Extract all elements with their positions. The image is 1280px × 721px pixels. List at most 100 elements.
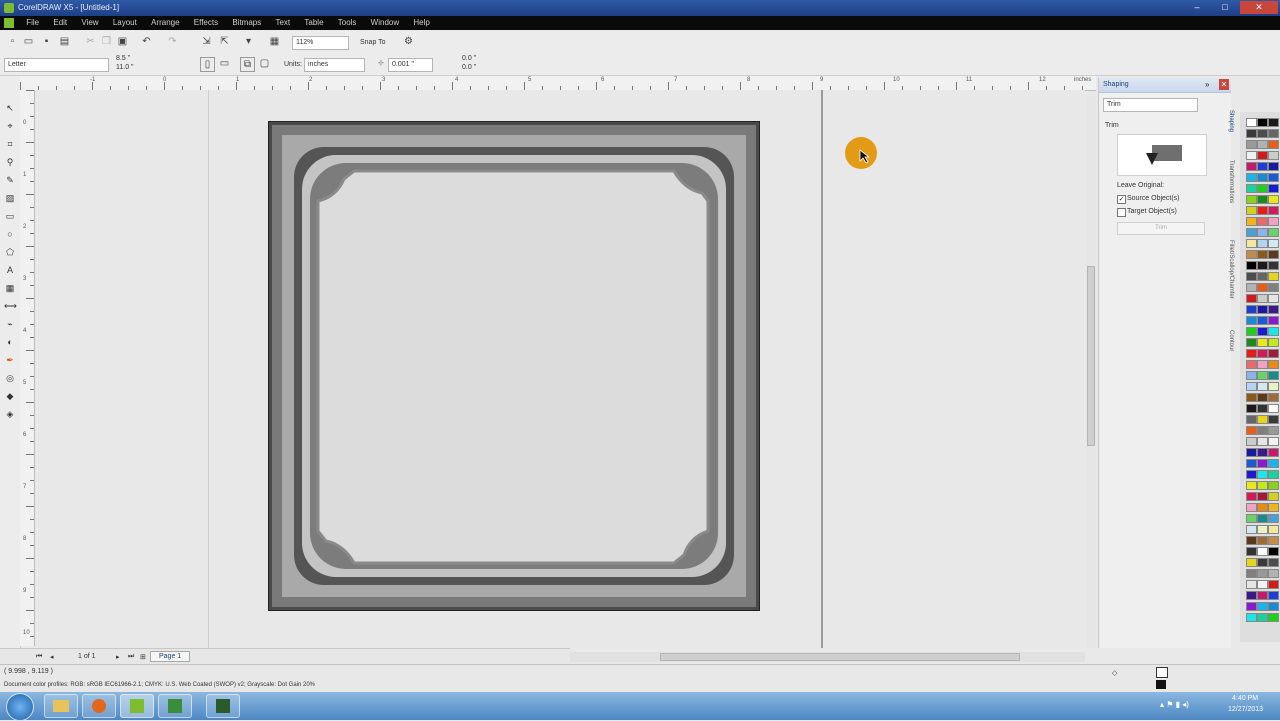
palette-swatch[interactable]	[1257, 569, 1268, 578]
palette-swatch[interactable]	[1257, 393, 1268, 402]
fill-tool-icon[interactable]: ◆	[4, 390, 16, 402]
palette-swatch[interactable]	[1257, 503, 1268, 512]
palette-swatch[interactable]	[1257, 327, 1268, 336]
palette-swatch[interactable]	[1268, 184, 1279, 193]
firefox-taskbar-icon[interactable]	[82, 694, 116, 718]
palette-swatch[interactable]	[1257, 602, 1268, 611]
palette-swatch[interactable]	[1268, 514, 1279, 523]
import-icon[interactable]: ⇲	[200, 35, 213, 48]
palette-swatch[interactable]	[1257, 470, 1268, 479]
palette-swatch[interactable]	[1268, 283, 1279, 292]
palette-swatch[interactable]	[1268, 426, 1279, 435]
palette-swatch[interactable]	[1268, 613, 1279, 622]
palette-swatch[interactable]	[1268, 580, 1279, 589]
palette-swatch[interactable]	[1246, 228, 1257, 237]
palette-swatch[interactable]	[1268, 470, 1279, 479]
palette-swatch[interactable]	[1268, 360, 1279, 369]
crop-tool-icon[interactable]: ⌗	[4, 138, 16, 150]
palette-swatch[interactable]	[1268, 206, 1279, 215]
palette-swatch[interactable]	[1246, 492, 1257, 501]
palette-swatch[interactable]	[1257, 415, 1268, 424]
palette-swatch[interactable]	[1246, 327, 1257, 336]
palette-swatch[interactable]	[1268, 536, 1279, 545]
palette-swatch[interactable]	[1257, 371, 1268, 380]
ellipse-tool-icon[interactable]: ○	[4, 228, 16, 240]
clock-time[interactable]: 4:40 PM	[1232, 695, 1258, 702]
horizontal-ruler[interactable]: -1 0 1 2 3 4 5 6 7 8 9 10 11 12 inches	[20, 76, 1096, 91]
palette-swatch[interactable]	[1257, 305, 1268, 314]
palette-swatch[interactable]	[1257, 173, 1268, 182]
palette-swatch[interactable]	[1246, 151, 1257, 160]
options-icon[interactable]: ⚙	[402, 35, 415, 48]
text-tool-icon[interactable]: A	[4, 264, 16, 276]
palette-swatch[interactable]	[1246, 591, 1257, 600]
palette-swatch[interactable]	[1257, 613, 1268, 622]
palette-swatch[interactable]	[1268, 272, 1279, 281]
palette-swatch[interactable]	[1246, 437, 1257, 446]
palette-swatch[interactable]	[1268, 305, 1279, 314]
palette-swatch[interactable]	[1257, 536, 1268, 545]
nudge-distance-field[interactable]: 0.001 "	[388, 58, 433, 72]
document-menu-icon[interactable]	[4, 18, 14, 28]
menu-window[interactable]: Window	[365, 16, 405, 30]
palette-swatch[interactable]	[1246, 371, 1257, 380]
palette-swatch[interactable]	[1268, 327, 1279, 336]
menu-view[interactable]: View	[75, 16, 104, 30]
palette-swatch[interactable]	[1257, 360, 1268, 369]
palette-swatch[interactable]	[1257, 558, 1268, 567]
menu-table[interactable]: Table	[298, 16, 329, 30]
palette-swatch[interactable]	[1268, 261, 1279, 270]
page-height-field[interactable]: 11.0 "	[116, 64, 134, 71]
palette-swatch[interactable]	[1257, 349, 1268, 358]
palette-swatch[interactable]	[1268, 547, 1279, 556]
camtasia-taskbar-icon[interactable]	[206, 694, 240, 718]
palette-swatch[interactable]	[1246, 305, 1257, 314]
palette-swatch[interactable]	[1246, 162, 1257, 171]
application-launcher-icon[interactable]: ▾	[242, 35, 255, 48]
page-size-select[interactable]: Letter	[4, 58, 109, 72]
palette-swatch[interactable]	[1246, 525, 1257, 534]
prev-page-icon[interactable]: ◂	[50, 653, 54, 661]
palette-swatch[interactable]	[1246, 602, 1257, 611]
menu-file[interactable]: File	[20, 16, 45, 30]
shape-tool-icon[interactable]: ⌖	[4, 120, 16, 132]
palette-swatch[interactable]	[1268, 393, 1279, 402]
palette-swatch[interactable]	[1257, 426, 1268, 435]
palette-swatch[interactable]	[1268, 250, 1279, 259]
fill-swatch-icon[interactable]	[1156, 680, 1166, 689]
palette-swatch[interactable]	[1268, 338, 1279, 347]
palette-swatch[interactable]	[1268, 481, 1279, 490]
palette-swatch[interactable]	[1268, 437, 1279, 446]
palette-swatch[interactable]	[1246, 140, 1257, 149]
palette-swatch[interactable]	[1246, 129, 1257, 138]
palette-swatch[interactable]	[1246, 272, 1257, 281]
dimension-tool-icon[interactable]: ⟷	[4, 300, 17, 312]
palette-swatch[interactable]	[1257, 294, 1268, 303]
copy-icon[interactable]: ❐	[100, 35, 113, 48]
palette-swatch[interactable]	[1246, 613, 1257, 622]
palette-swatch[interactable]	[1268, 591, 1279, 600]
palette-swatch[interactable]	[1268, 404, 1279, 413]
palette-swatch[interactable]	[1257, 228, 1268, 237]
palette-swatch[interactable]	[1257, 118, 1268, 127]
palette-swatch[interactable]	[1257, 129, 1268, 138]
color-profiles-text[interactable]: Document color profiles: RGB: sRGB IEC61…	[4, 682, 315, 688]
zoom-level-select[interactable]: 112%	[292, 36, 349, 50]
palette-swatch[interactable]	[1268, 129, 1279, 138]
docker-tab-contour[interactable]: Contour	[1228, 330, 1234, 351]
polygon-tool-icon[interactable]: ⬠	[4, 246, 16, 258]
palette-swatch[interactable]	[1268, 492, 1279, 501]
cut-icon[interactable]: ✂	[84, 35, 97, 48]
photopaint-taskbar-icon[interactable]	[158, 694, 192, 718]
palette-swatch[interactable]	[1268, 228, 1279, 237]
page-width-field[interactable]: 8.5 "	[116, 55, 130, 62]
last-page-icon[interactable]: ⏭	[128, 653, 134, 661]
palette-swatch[interactable]	[1246, 283, 1257, 292]
palette-swatch[interactable]	[1246, 206, 1257, 215]
palette-swatch[interactable]	[1246, 261, 1257, 270]
palette-swatch[interactable]	[1257, 382, 1268, 391]
portrait-icon[interactable]: ▯	[200, 57, 215, 72]
print-icon[interactable]: ▤	[58, 35, 71, 48]
palette-swatch[interactable]	[1246, 481, 1257, 490]
palette-swatch[interactable]	[1268, 558, 1279, 567]
